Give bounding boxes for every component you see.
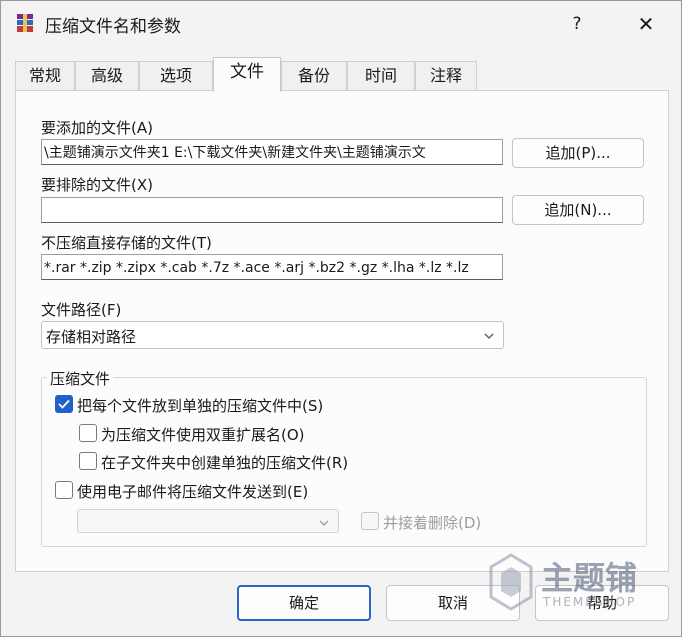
email-recipient-select[interactable]: [77, 509, 339, 533]
tab-time[interactable]: 时间: [347, 61, 415, 91]
close-button[interactable]: ✕: [625, 7, 667, 41]
file-path-select[interactable]: 存储相对路径: [41, 321, 504, 349]
tab-backup[interactable]: 备份: [281, 61, 347, 91]
files-to-exclude-input[interactable]: [41, 197, 503, 223]
delete-after-checkbox[interactable]: [361, 512, 379, 530]
tab-comment[interactable]: 注释: [415, 61, 477, 91]
checkmark-icon: [58, 399, 70, 409]
email-label[interactable]: 使用电子邮件将压缩文件发送到(E): [77, 481, 308, 502]
winrar-app-icon: [15, 13, 35, 33]
store-files-label: 不压缩直接存储的文件(T): [41, 234, 212, 252]
add-files-button[interactable]: 追加(P)...: [512, 138, 644, 168]
archive-group-title: 压缩文件: [47, 368, 114, 389]
ok-button[interactable]: 确定: [237, 585, 371, 621]
help-title-button[interactable]: ?: [563, 11, 591, 37]
files-to-exclude-label: 要排除的文件(X): [41, 176, 153, 194]
dialog-title: 压缩文件名和参数: [45, 17, 181, 37]
double-extension-checkbox[interactable]: [79, 424, 97, 442]
tab-files[interactable]: 文件: [213, 57, 281, 92]
dialog-window: 压缩文件名和参数 ? ✕ 常规 高级 选项 文件 备份 时间 注释 要添加的文件…: [0, 0, 682, 637]
file-path-label: 文件路径(F): [41, 301, 122, 319]
subfolder-checkbox[interactable]: [79, 452, 97, 470]
double-extension-label[interactable]: 为压缩文件使用双重扩展名(O): [101, 424, 305, 445]
chevron-down-icon: [483, 328, 495, 340]
delete-after-label[interactable]: 并接着删除(D): [383, 512, 481, 533]
files-to-add-label: 要添加的文件(A): [41, 119, 153, 137]
help-button[interactable]: 帮助: [535, 585, 669, 621]
cancel-button[interactable]: 取消: [386, 585, 520, 621]
tab-options[interactable]: 选项: [139, 61, 213, 91]
chevron-down-icon: [318, 515, 330, 527]
email-checkbox[interactable]: [55, 481, 73, 499]
each-file-checkbox[interactable]: [55, 395, 73, 413]
file-path-value: 存储相对路径: [46, 328, 137, 346]
each-file-label[interactable]: 把每个文件放到单独的压缩文件中(S): [77, 395, 323, 416]
files-to-add-input[interactable]: \主题铺演示文件夹1 E:\下载文件夹\新建文件夹\主题铺演示文: [41, 139, 503, 165]
exclude-files-button[interactable]: 追加(N)...: [512, 195, 644, 225]
subfolder-label[interactable]: 在子文件夹中创建单独的压缩文件(R): [101, 452, 348, 473]
tab-advanced[interactable]: 高级: [75, 61, 139, 91]
store-files-input[interactable]: *.rar *.zip *.zipx *.cab *.7z *.ace *.ar…: [41, 254, 503, 280]
tab-general[interactable]: 常规: [15, 61, 75, 91]
title-bar: 压缩文件名和参数 ? ✕: [1, 1, 681, 47]
